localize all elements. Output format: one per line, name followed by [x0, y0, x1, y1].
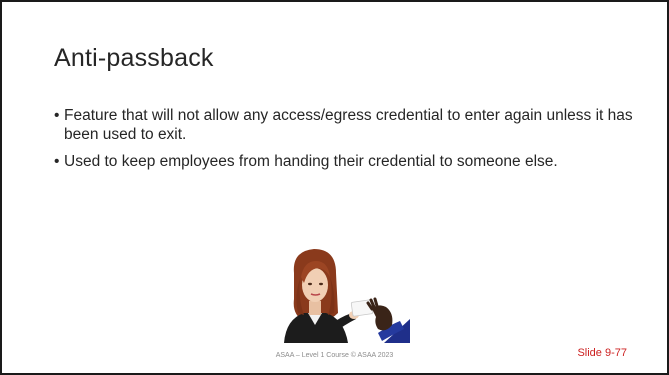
person-handing-card-photo	[274, 243, 410, 343]
slide: Anti-passback • Feature that will not al…	[0, 0, 669, 375]
bullet-text: Feature that will not allow any access/e…	[64, 107, 633, 143]
slide-footer: ASAA – Level 1 Course © ASAA 2023	[275, 352, 394, 359]
bullet-item: • Used to keep employees from handing th…	[54, 152, 639, 171]
bullet-marker: •	[54, 107, 60, 124]
bullet-item: • Feature that will not allow any access…	[54, 106, 639, 144]
bullet-marker: •	[54, 153, 60, 170]
person-handing-card-icon	[284, 249, 410, 343]
slide-number: Slide 9-77	[577, 347, 627, 359]
bullet-text: Used to keep employees from handing thei…	[64, 153, 558, 170]
bullet-list: • Feature that will not allow any access…	[54, 106, 639, 179]
slide-title: Anti-passback	[54, 44, 214, 72]
